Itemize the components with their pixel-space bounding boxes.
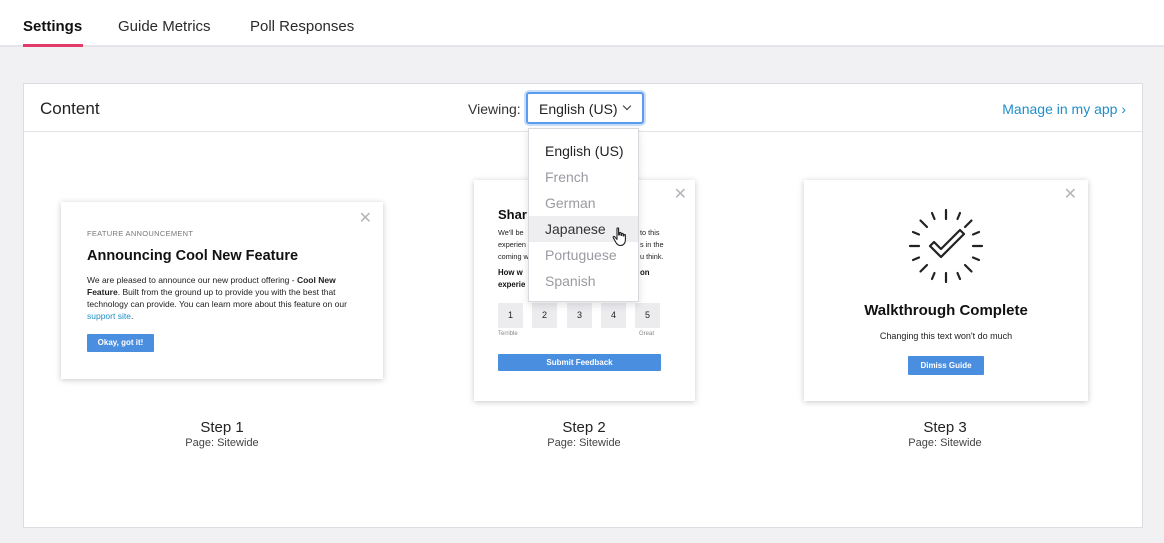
step-page: Page: Sitewide	[547, 437, 621, 449]
language-option-spanish[interactable]: Spanish	[529, 268, 638, 294]
submit-feedback-button[interactable]: Submit Feedback	[498, 354, 661, 371]
rating-option-3[interactable]: 3	[567, 303, 592, 328]
step-title: Step 3	[923, 419, 967, 436]
body-text: .	[130, 311, 134, 321]
card-text: experien	[498, 240, 526, 249]
step-page: Page: Sitewide	[908, 437, 982, 449]
step-caption: Step 2 Page: Sitewide	[474, 419, 694, 449]
card-title: Shar	[498, 207, 527, 222]
support-site-link[interactable]: support site	[87, 311, 131, 321]
dismiss-guide-button[interactable]: Dimiss Guide	[908, 356, 984, 375]
rating-option-4[interactable]: 4	[601, 303, 626, 328]
language-option-french[interactable]: French	[529, 164, 638, 190]
body-text: . Built from the ground up to provide yo…	[87, 287, 347, 309]
tab-settings[interactable]: Settings	[23, 18, 82, 35]
card-text: s in the	[640, 240, 664, 249]
card-text: We'll be	[498, 228, 524, 237]
chevron-down-icon	[622, 101, 632, 111]
question-text: How w	[498, 268, 523, 277]
language-select[interactable]: English (US)	[526, 92, 644, 124]
rating-high-label: Great	[639, 331, 655, 337]
panel-header: Content Viewing: English (US) Manage in …	[24, 84, 1142, 132]
step-title: Step 2	[562, 419, 606, 436]
rating-option-5[interactable]: 5	[635, 303, 660, 328]
step-page: Page: Sitewide	[185, 437, 259, 449]
question-text: experie	[498, 280, 526, 289]
language-dropdown: English (US) French German Japanese Port…	[528, 128, 639, 302]
language-option-german[interactable]: German	[529, 190, 638, 216]
body-text: We are pleased to announce our new produ…	[87, 275, 297, 285]
language-option-english-us[interactable]: English (US)	[529, 138, 638, 164]
close-icon[interactable]: ✕	[674, 184, 687, 204]
active-tab-indicator	[23, 44, 83, 47]
step-caption: Step 3 Page: Sitewide	[835, 419, 1055, 449]
step-title: Step 1	[200, 419, 244, 436]
top-nav: Settings Guide Metrics Poll Responses	[0, 0, 1164, 47]
card-kicker: FEATURE ANNOUNCEMENT	[87, 229, 194, 238]
card-subtitle: Changing this text won't do much	[879, 331, 1013, 341]
language-select-value: English (US)	[539, 101, 618, 117]
card-text: u think.	[640, 252, 664, 261]
card-text: to this	[640, 228, 660, 237]
rating-option-2[interactable]: 2	[532, 303, 557, 328]
card-title: Walkthrough Complete	[864, 302, 1028, 319]
close-icon[interactable]: ✕	[359, 208, 372, 228]
tab-guide-metrics[interactable]: Guide Metrics	[118, 18, 211, 35]
checkmark-burst-icon	[908, 208, 984, 284]
step3-card: ✕ Walkthrough Complete Changing this tex…	[804, 180, 1088, 401]
close-icon[interactable]: ✕	[1064, 184, 1077, 204]
viewing-label: Viewing:	[468, 101, 521, 117]
hand-pointer-icon	[612, 227, 626, 247]
step-caption: Step 1 Page: Sitewide	[112, 419, 332, 449]
okay-got-it-button[interactable]: Okay, got it!	[87, 334, 154, 352]
card-text: coming w	[498, 252, 529, 261]
tab-poll-responses[interactable]: Poll Responses	[250, 18, 354, 35]
manage-in-app-link[interactable]: Manage in my app ›	[1002, 101, 1126, 117]
card-body: We are pleased to announce our new produ…	[87, 274, 357, 322]
card-title: Announcing Cool New Feature	[87, 248, 299, 264]
rating-low-label: Terrible	[498, 331, 518, 337]
step1-card: ✕ FEATURE ANNOUNCEMENT Announcing Cool N…	[61, 202, 383, 379]
panel-title: Content	[40, 99, 100, 118]
question-text: on	[640, 268, 650, 277]
rating-option-1[interactable]: 1	[498, 303, 523, 328]
